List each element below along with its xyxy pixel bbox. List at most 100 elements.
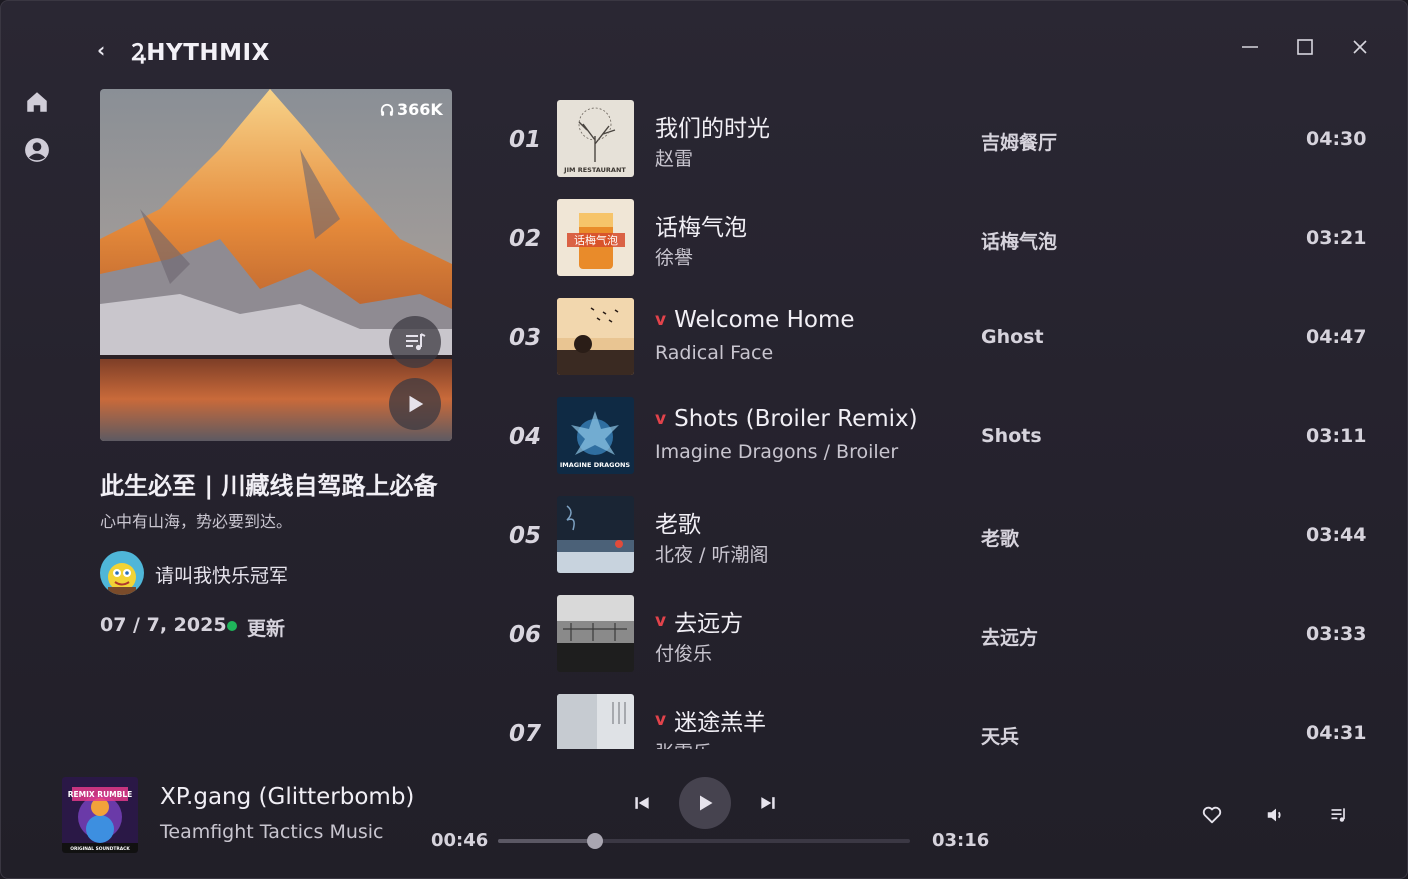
song-album[interactable]: 老歌 bbox=[981, 524, 1019, 551]
song-index: 02 bbox=[509, 226, 542, 252]
song-artist[interactable]: 张雷乐 bbox=[655, 738, 712, 749]
volume-button[interactable] bbox=[1263, 802, 1289, 828]
liked-marker: v bbox=[655, 611, 667, 631]
progress-slider[interactable] bbox=[498, 833, 910, 849]
song-title-text: Welcome Home bbox=[674, 307, 855, 333]
song-title-text: 我们的时光 bbox=[655, 116, 770, 142]
progress-handle[interactable] bbox=[586, 833, 603, 849]
update-date: 07 / 7, 2025 bbox=[100, 614, 227, 636]
queue-icon bbox=[1331, 808, 1345, 822]
song-thumbnail bbox=[557, 694, 634, 749]
playlist-title: 此生必至 | 川藏线自驾路上必备 bbox=[100, 472, 438, 500]
song-list[interactable]: 01 JIM RESTAURANT 我们的时光 赵雷 吉姆餐厅 04:30 02… bbox=[491, 89, 1391, 749]
song-row[interactable]: 04 IMAGINE DRAGONS v Shots (Broiler Remix… bbox=[491, 386, 1391, 485]
song-title-text: 去远方 bbox=[674, 611, 744, 637]
song-album[interactable]: 话梅气泡 bbox=[981, 227, 1057, 254]
song-row[interactable]: 02 话梅气泡 话梅气泡 徐譽 话梅气泡 03:21 bbox=[491, 188, 1391, 287]
song-duration: 03:21 bbox=[1306, 227, 1367, 249]
song-artist[interactable]: Radical Face bbox=[655, 342, 773, 364]
avatar[interactable] bbox=[100, 551, 144, 595]
maximize-icon[interactable] bbox=[1291, 33, 1319, 61]
song-title: 话梅气泡 bbox=[655, 208, 747, 242]
headphones-icon bbox=[380, 103, 394, 116]
song-duration: 03:44 bbox=[1306, 524, 1367, 546]
queue-icon bbox=[406, 333, 426, 351]
song-row[interactable]: 05 老歌 北夜 / 听潮阁 老歌 03:44 bbox=[491, 485, 1391, 584]
playlist-subtitle: 心中有山海，势必要到达。 bbox=[100, 512, 293, 531]
playlist-owner[interactable]: 请叫我快乐冠军 bbox=[155, 561, 288, 588]
song-duration: 04:30 bbox=[1306, 128, 1367, 150]
song-title-text: 迷途羔羊 bbox=[674, 710, 767, 736]
album-art-text: JIM RESTAURANT bbox=[563, 166, 626, 174]
song-row[interactable]: 03 v Welcome Home Radical Face Ghost 04:4… bbox=[491, 287, 1391, 386]
previous-icon bbox=[635, 797, 649, 809]
song-artist[interactable]: 付俊乐 bbox=[655, 639, 712, 666]
song-duration: 04:47 bbox=[1306, 326, 1367, 348]
play-pause-button[interactable] bbox=[679, 777, 731, 829]
minimize-icon[interactable] bbox=[1236, 33, 1264, 61]
current-time: 00:46 bbox=[431, 830, 489, 851]
back-icon[interactable]: ‹ bbox=[97, 39, 115, 61]
now-playing-art[interactable]: REMIX RUMBLE ORIGINAL SOUNDTRACK bbox=[62, 777, 138, 853]
song-thumbnail: 话梅气泡 bbox=[557, 199, 634, 276]
previous-button[interactable] bbox=[629, 790, 655, 816]
album-art-text: 话梅气泡 bbox=[574, 233, 618, 247]
now-playing-title[interactable]: XP.gang (Glitterbomb) bbox=[160, 784, 414, 810]
song-title: 老歌 bbox=[655, 505, 701, 539]
listen-count: 366K bbox=[380, 100, 443, 119]
song-row[interactable]: 01 JIM RESTAURANT 我们的时光 赵雷 吉姆餐厅 04:30 bbox=[491, 89, 1391, 188]
song-duration: 04:31 bbox=[1306, 722, 1367, 744]
progress-fill bbox=[498, 839, 595, 843]
play-icon bbox=[409, 395, 424, 413]
song-title-text: 话梅气泡 bbox=[655, 215, 747, 241]
song-artist[interactable]: 北夜 / 听潮阁 bbox=[655, 540, 768, 567]
album-art-text: IMAGINE DRAGONS bbox=[560, 461, 631, 469]
song-thumbnail: IMAGINE DRAGONS bbox=[557, 397, 634, 474]
user-icon[interactable] bbox=[24, 137, 50, 163]
song-row[interactable]: 07 v 迷途羔羊 张雷乐 天兵 04:31 bbox=[491, 683, 1391, 749]
volume-icon bbox=[1267, 808, 1281, 822]
app-window: ‹ ꝜHYTHMIX 366K 此生必至 | 川藏线自驾路上必备 心中有山海，势… bbox=[0, 0, 1408, 879]
song-thumbnail bbox=[557, 496, 634, 573]
song-row[interactable]: 06 v 去远方 付俊乐 去远方 03:33 bbox=[491, 584, 1391, 683]
update-label: 更新 bbox=[247, 618, 286, 640]
song-album[interactable]: 吉姆餐厅 bbox=[981, 128, 1057, 155]
song-album[interactable]: 去远方 bbox=[981, 623, 1038, 650]
play-icon bbox=[700, 795, 713, 811]
add-to-queue-button[interactable] bbox=[389, 316, 441, 368]
now-playing-artist[interactable]: Teamfight Tactics Music bbox=[160, 821, 384, 843]
like-button[interactable] bbox=[1199, 802, 1225, 828]
next-button[interactable] bbox=[755, 790, 781, 816]
queue-button[interactable] bbox=[1326, 802, 1352, 828]
song-artist[interactable]: 徐譽 bbox=[655, 243, 693, 270]
song-thumbnail bbox=[557, 298, 634, 375]
now-playing-art-text: REMIX RUMBLE bbox=[68, 790, 133, 799]
song-title: v 去远方 bbox=[655, 604, 743, 638]
song-title: v Shots (Broiler Remix) bbox=[655, 406, 918, 432]
close-icon[interactable] bbox=[1346, 33, 1374, 61]
listen-count-value: 366K bbox=[397, 100, 443, 119]
now-playing-art-caption: ORIGINAL SOUNDTRACK bbox=[70, 846, 130, 852]
song-title-text: Shots (Broiler Remix) bbox=[674, 406, 918, 432]
song-index: 06 bbox=[509, 622, 542, 648]
song-album[interactable]: Shots bbox=[981, 425, 1042, 447]
song-thumbnail bbox=[557, 595, 634, 672]
home-icon[interactable] bbox=[24, 89, 50, 115]
song-duration: 03:33 bbox=[1306, 623, 1367, 645]
liked-marker: v bbox=[655, 710, 667, 730]
play-playlist-button[interactable] bbox=[389, 378, 441, 430]
liked-marker: v bbox=[655, 409, 667, 429]
song-artist[interactable]: Imagine Dragons / Broiler bbox=[655, 441, 898, 463]
liked-marker: v bbox=[655, 310, 667, 330]
song-index: 01 bbox=[509, 127, 542, 153]
song-title: v Welcome Home bbox=[655, 307, 855, 333]
song-album[interactable]: 天兵 bbox=[981, 722, 1019, 749]
song-album[interactable]: Ghost bbox=[981, 326, 1044, 348]
song-index: 03 bbox=[509, 325, 542, 351]
song-title-text: 老歌 bbox=[655, 512, 701, 538]
update-status-dot bbox=[227, 621, 237, 631]
heart-icon bbox=[1202, 806, 1222, 824]
song-duration: 03:11 bbox=[1306, 425, 1367, 447]
total-time: 03:16 bbox=[932, 830, 990, 851]
song-artist[interactable]: 赵雷 bbox=[655, 144, 693, 171]
